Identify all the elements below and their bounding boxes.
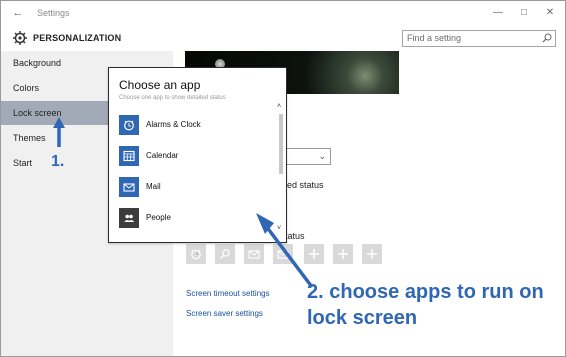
settings-window: ← Settings — □ ✕ PERSONALIZATION Find a …	[0, 0, 566, 357]
step-2-label-line-2: lock screen	[307, 307, 418, 329]
step-1-label: 1.	[51, 153, 65, 170]
step-2-label-line-1: 2. choose apps to run on	[307, 281, 544, 303]
step-2-arrow	[256, 213, 314, 289]
step-1-arrow	[53, 117, 65, 147]
